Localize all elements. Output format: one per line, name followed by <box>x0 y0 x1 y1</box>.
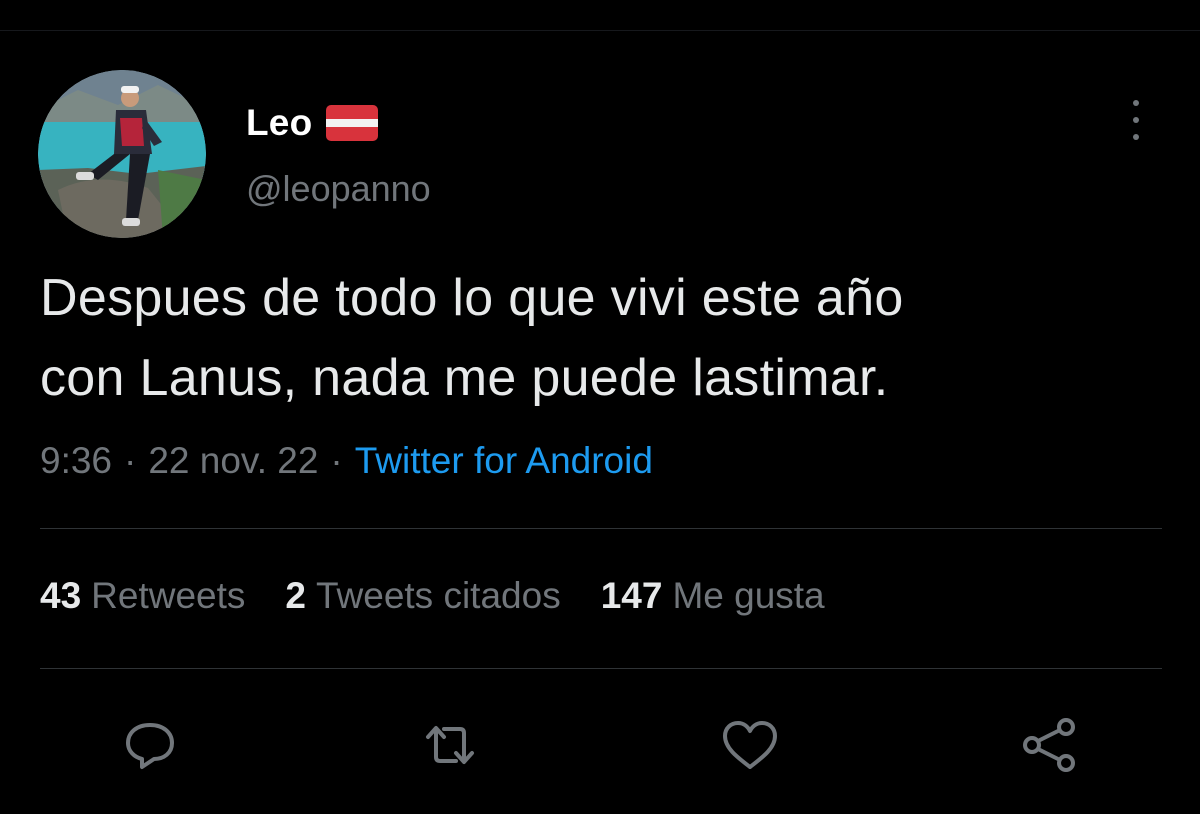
profile-photo-icon <box>38 70 206 238</box>
tweet-stats: 43 Retweets 2 Tweets citados 147 Me gusta <box>40 575 825 617</box>
tweet-meta: 9:36 · 22 nov. 22 · Twitter for Android <box>40 440 653 482</box>
reply-button[interactable] <box>115 710 185 780</box>
quotes-stat[interactable]: 2 Tweets citados <box>285 575 560 617</box>
likes-label: Me gusta <box>672 575 825 616</box>
meta-separator: · <box>124 440 137 481</box>
retweet-button[interactable] <box>415 710 485 780</box>
tweet-date[interactable]: 22 nov. 22 <box>148 440 318 481</box>
tweet-text-line: Despues de todo lo que vivi este año <box>40 269 904 327</box>
tweet-source-link[interactable]: Twitter for Android <box>355 440 653 481</box>
tweet-time[interactable]: 9:36 <box>40 440 112 481</box>
likes-count: 147 <box>600 575 663 616</box>
quotes-count: 2 <box>285 575 306 616</box>
author-display-name[interactable]: Leo <box>246 102 312 144</box>
retweets-stat[interactable]: 43 Retweets <box>40 575 245 617</box>
top-divider <box>0 30 1200 31</box>
tweet-text: Despues de todo lo que vivi este año con… <box>40 258 1180 418</box>
author-handle[interactable]: @leopanno <box>246 168 431 210</box>
author-display-name-row[interactable]: Leo <box>246 100 379 146</box>
tweet-actions <box>0 710 1200 780</box>
retweet-icon <box>426 726 474 764</box>
quotes-label: Tweets citados <box>315 575 561 616</box>
tweet-text-line: con Lanus, nada me puede lastimar. <box>40 349 889 407</box>
latvia-flag-icon <box>326 105 379 141</box>
share-button[interactable] <box>1015 710 1085 780</box>
avatar[interactable] <box>38 70 206 238</box>
divider <box>40 668 1162 669</box>
retweets-count: 43 <box>40 575 82 616</box>
more-options-icon[interactable] <box>1118 98 1154 142</box>
retweets-label: Retweets <box>91 575 246 616</box>
reply-icon <box>126 723 174 769</box>
meta-separator: · <box>330 440 343 481</box>
like-icon <box>723 721 777 769</box>
like-button[interactable] <box>715 710 785 780</box>
likes-stat[interactable]: 147 Me gusta <box>601 575 825 617</box>
divider <box>40 528 1162 529</box>
share-icon <box>1023 718 1075 772</box>
